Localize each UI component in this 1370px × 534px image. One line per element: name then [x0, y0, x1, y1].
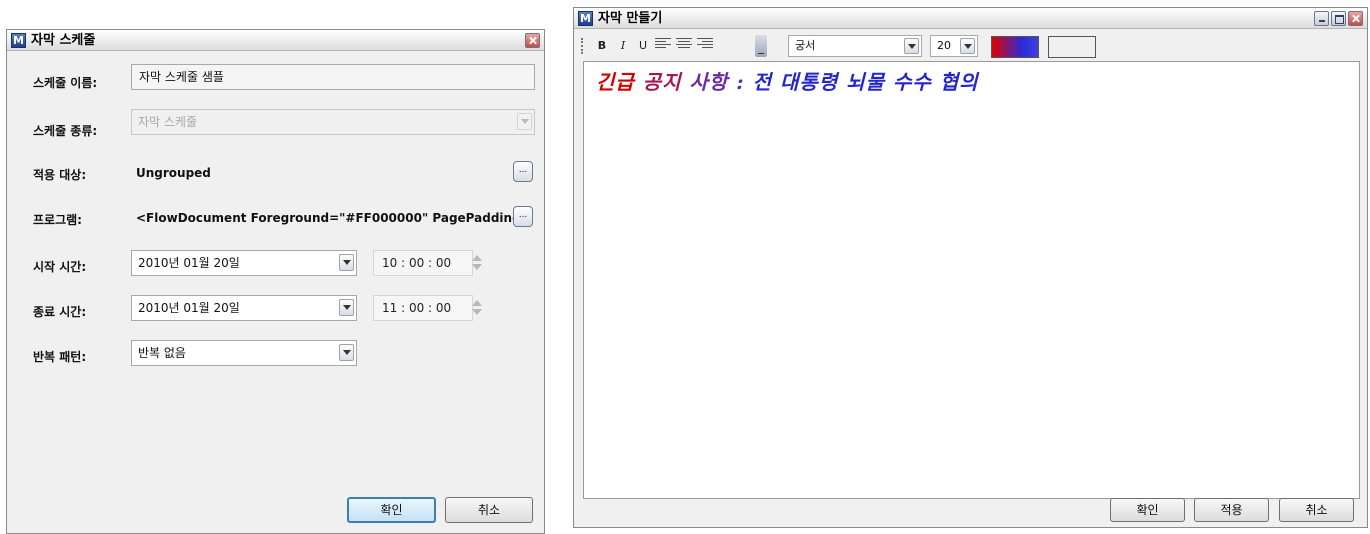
- chevron-down-icon[interactable]: [904, 38, 919, 54]
- schedule-dialog-title: 자막 스케줄: [31, 33, 96, 48]
- minimize-icon[interactable]: [1314, 11, 1329, 26]
- subtitle-segment: 전 대통령 뇌물 수수 협의: [752, 70, 979, 94]
- start-date-value: 2010년 01월 20일: [138, 256, 240, 270]
- end-time-spinner[interactable]: [470, 297, 484, 319]
- italic-button[interactable]: I: [614, 37, 632, 55]
- ok-button[interactable]: 확인: [1110, 498, 1185, 522]
- cancel-button[interactable]: 취소: [1279, 498, 1354, 522]
- schedule-type-value: 자막 스케줄: [138, 115, 198, 129]
- chevron-down-icon[interactable]: [339, 254, 354, 271]
- repeat-pattern-value: 반복 없음: [138, 346, 186, 360]
- subtitle-text-line: 긴급 공지 사항 : 전 대통령 뇌물 수수 협의: [596, 66, 979, 95]
- toolbar-grip-icon[interactable]: [581, 38, 583, 54]
- close-icon[interactable]: [525, 33, 540, 48]
- chevron-down-icon[interactable]: [339, 344, 354, 361]
- format-toolbar: B I U 궁서 20: [574, 29, 1367, 61]
- program-browse-button[interactable]: ...: [513, 206, 533, 227]
- target-value: Ungrouped: [136, 166, 211, 180]
- subtitle-text-editor[interactable]: 긴급 공지 사항 : 전 대통령 뇌물 수수 협의: [583, 61, 1360, 499]
- align-right-icon[interactable]: [697, 38, 713, 52]
- subtitle-segment: 사항: [689, 70, 729, 94]
- ok-button[interactable]: 확인: [347, 497, 436, 523]
- schedule-dialog: M 자막 스케줄 스케줄 이름: 자막 스케줄 샘플 스케줄 종류: 자막 스케…: [6, 29, 545, 534]
- end-date-value: 2010년 01월 20일: [138, 301, 240, 315]
- target-label: 적용 대상:: [33, 168, 87, 182]
- subtitle-editor-title: 자막 만들기: [598, 11, 663, 26]
- subtitle-editor-titlebar[interactable]: M 자막 만들기: [574, 8, 1367, 29]
- start-time-label: 시작 시간:: [33, 260, 87, 274]
- spin-up-icon[interactable]: [472, 300, 482, 306]
- start-time-input[interactable]: 10 : 00 : 00: [373, 250, 473, 276]
- schedule-name-label: 스케줄 이름:: [33, 76, 98, 90]
- spin-down-icon[interactable]: [472, 309, 482, 315]
- schedule-type-select[interactable]: 자막 스케줄: [131, 109, 535, 135]
- cancel-button[interactable]: 취소: [445, 497, 533, 523]
- end-time-input[interactable]: 11 : 00 : 00: [373, 295, 473, 321]
- apply-button[interactable]: 적용: [1194, 498, 1269, 522]
- program-value: <FlowDocument Foreground="#FF000000" Pag…: [136, 211, 531, 225]
- chevron-down-icon[interactable]: [339, 299, 354, 316]
- toolbar-overflow-icon[interactable]: [755, 35, 767, 57]
- spin-up-icon[interactable]: [472, 255, 482, 261]
- align-left-icon[interactable]: [655, 38, 671, 52]
- align-center-icon[interactable]: [676, 38, 692, 52]
- background-color-picker[interactable]: [1048, 36, 1096, 58]
- subtitle-segment: 긴급: [596, 70, 643, 94]
- app-logo-icon: M: [11, 33, 26, 48]
- font-size-select[interactable]: 20: [930, 35, 978, 57]
- end-date-picker[interactable]: 2010년 01월 20일: [131, 295, 357, 321]
- repeat-pattern-label: 반복 패턴:: [33, 350, 87, 364]
- start-date-picker[interactable]: 2010년 01월 20일: [131, 250, 357, 276]
- chevron-down-icon[interactable]: [517, 113, 532, 130]
- maximize-icon[interactable]: [1331, 11, 1346, 26]
- subtitle-editor-window: M 자막 만들기 B I U 궁서 20 긴급 공지 사항 : 전 대통령 뇌물…: [573, 7, 1368, 528]
- text-gradient-color-picker[interactable]: [991, 36, 1039, 58]
- chevron-down-icon[interactable]: [960, 38, 975, 54]
- font-family-value: 궁서: [795, 39, 816, 52]
- repeat-pattern-select[interactable]: 반복 없음: [131, 340, 357, 366]
- font-size-value: 20: [937, 39, 951, 52]
- underline-button[interactable]: U: [634, 37, 652, 55]
- subtitle-segment: 공지: [642, 70, 690, 94]
- app-logo-icon: M: [578, 11, 593, 26]
- subtitle-segment: :: [728, 70, 753, 94]
- font-family-select[interactable]: 궁서: [788, 35, 922, 57]
- end-time-label: 종료 시간:: [33, 305, 87, 319]
- schedule-name-input[interactable]: 자막 스케줄 샘플: [131, 64, 535, 90]
- bold-button[interactable]: B: [593, 37, 611, 55]
- spin-down-icon[interactable]: [472, 264, 482, 270]
- schedule-dialog-titlebar[interactable]: M 자막 스케줄: [7, 30, 544, 51]
- start-time-spinner[interactable]: [470, 252, 484, 274]
- target-browse-button[interactable]: ...: [513, 161, 533, 182]
- program-label: 프로그램:: [33, 213, 82, 227]
- schedule-type-label: 스케줄 종류:: [33, 124, 98, 138]
- close-icon[interactable]: [1348, 11, 1363, 26]
